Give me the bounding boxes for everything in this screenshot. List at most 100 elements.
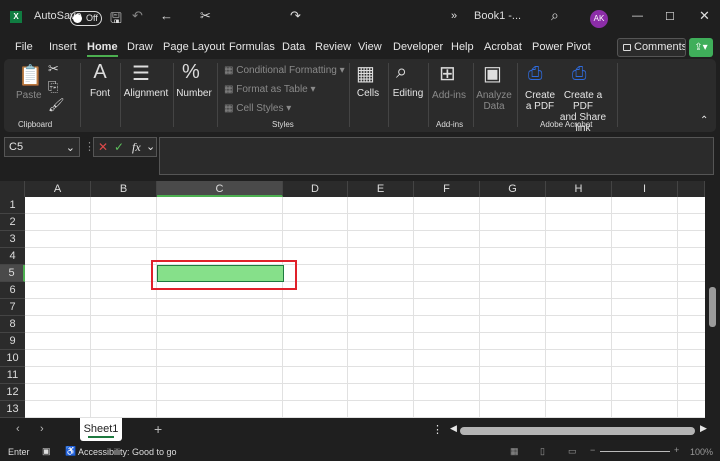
excel-logo-icon: X [10, 11, 22, 23]
format-painter-icon[interactable]: 🖌 [48, 97, 65, 113]
minimize-icon[interactable]: — [632, 10, 643, 22]
formula-buttons: ✕ ✓ fx ⌄ [93, 137, 157, 157]
tab-power-pivot[interactable]: Power Pivot [532, 41, 591, 53]
tab-draw[interactable]: Draw [127, 41, 153, 53]
column-header-i[interactable]: I [612, 181, 678, 197]
chevron-down-icon[interactable]: ⌄ [146, 140, 155, 153]
row-header-9[interactable]: 9 [0, 333, 25, 350]
cells-button[interactable]: Cells [354, 88, 382, 99]
accessibility-status[interactable]: Accessibility: Good to go [78, 447, 177, 457]
zoom-in-icon[interactable]: + [674, 445, 679, 455]
share-button[interactable]: ⇪▾ [689, 38, 713, 57]
collapse-ribbon-icon[interactable]: ⌃ [700, 115, 708, 126]
zoom-level[interactable]: 100% [690, 447, 713, 457]
cells-icon: ▦ [356, 63, 375, 85]
row-header-1[interactable]: 1 [0, 197, 25, 214]
editing-button[interactable]: Editing [390, 88, 426, 99]
row-header-6[interactable]: 6 [0, 282, 25, 299]
vertical-scrollbar[interactable] [705, 181, 720, 418]
cut-icon[interactable]: ✂ [48, 61, 59, 77]
spreadsheet-grid[interactable]: ABCDEFGHI 1 2 3 4 5 6 7 8 9 10 11 12 13 [0, 181, 705, 418]
scroll-thumb[interactable] [709, 287, 716, 327]
cut-icon[interactable]: ✂ [200, 8, 211, 24]
select-all-button[interactable] [0, 181, 25, 197]
cancel-icon[interactable]: ✕ [98, 140, 108, 154]
page-layout-view-icon[interactable]: ▯ [540, 446, 545, 457]
row-header-3[interactable]: 3 [0, 231, 25, 248]
column-header-h[interactable]: H [546, 181, 612, 197]
tab-insert[interactable]: Insert [49, 41, 77, 53]
search-icon[interactable]: ⌕ [551, 7, 559, 24]
row-header-11[interactable]: 11 [0, 367, 25, 384]
tab-developer[interactable]: Developer [393, 41, 443, 53]
font-button[interactable]: Font [88, 88, 112, 99]
cell-styles-button[interactable]: ▦ Cell Styles ▾ [224, 103, 291, 114]
row-header-12[interactable]: 12 [0, 384, 25, 401]
name-box[interactable]: C5 ⌄ [4, 137, 80, 157]
column-header-g[interactable]: G [480, 181, 546, 197]
analyze-data-button[interactable]: Analyze Data [476, 90, 512, 112]
sheet-tab-sheet1[interactable]: Sheet1 [80, 418, 122, 441]
format-as-table-button[interactable]: ▦ Format as Table ▾ [224, 84, 316, 95]
row-header-13[interactable]: 13 [0, 401, 25, 418]
maximize-icon[interactable]: ☐ [665, 10, 675, 23]
save-icon[interactable]: 🖫 [110, 8, 122, 32]
copy-icon[interactable]: ⎘ [48, 79, 58, 95]
tab-view[interactable]: View [358, 41, 382, 53]
tab-file[interactable]: File [15, 41, 33, 53]
tab-help[interactable]: Help [451, 41, 474, 53]
comments-button[interactable]: Comments [617, 38, 686, 57]
row-header-4[interactable]: 4 [0, 248, 25, 265]
column-header-a[interactable]: A [25, 181, 91, 197]
row-header-2[interactable]: 2 [0, 214, 25, 231]
row-header-5[interactable]: 5 [0, 265, 25, 282]
overflow-icon[interactable]: » [451, 10, 457, 22]
scroll-left-icon[interactable]: ◀ [450, 423, 457, 434]
tab-review[interactable]: Review [315, 41, 351, 53]
tab-home[interactable]: Home [87, 41, 118, 57]
add-ins-icon: ⊞ [439, 63, 456, 85]
row-header-7[interactable]: 7 [0, 299, 25, 316]
column-header-b[interactable]: B [91, 181, 157, 197]
zoom-out-icon[interactable]: − [590, 445, 595, 455]
name-box-value: C5 [9, 141, 24, 153]
conditional-formatting-button[interactable]: ▦ Conditional Formatting ▾ [224, 65, 345, 76]
next-sheet-icon[interactable]: › [40, 423, 44, 435]
alignment-button[interactable]: Alignment [122, 88, 170, 99]
accessibility-icon: ♿ [65, 446, 77, 456]
column-header-e[interactable]: E [348, 181, 414, 197]
close-icon[interactable]: ✕ [699, 8, 710, 24]
autosave-toggle[interactable]: Off [70, 11, 102, 26]
paste-button[interactable]: Paste [16, 90, 42, 101]
column-header-d[interactable]: D [283, 181, 348, 197]
tab-formulas[interactable]: Formulas [229, 41, 275, 53]
tab-data[interactable]: Data [282, 41, 305, 53]
row-header-10[interactable]: 10 [0, 350, 25, 367]
normal-view-icon[interactable]: ▦ [510, 446, 519, 457]
avatar[interactable]: AK [590, 10, 608, 28]
undo-icon[interactable]: ↶ [132, 8, 143, 24]
gridline [25, 315, 705, 316]
tab-acrobat[interactable]: Acrobat [484, 41, 522, 53]
number-button[interactable]: Number [175, 88, 213, 99]
column-header-c[interactable]: C [157, 181, 283, 197]
back-icon[interactable]: ← [160, 8, 173, 23]
column-header-partial[interactable] [678, 181, 705, 197]
more-icon[interactable]: ⋮ [432, 423, 443, 436]
macro-icon[interactable]: ▣ [42, 446, 51, 457]
tab-page-layout[interactable]: Page Layout [163, 41, 225, 53]
insert-function-icon[interactable]: fx [132, 140, 141, 155]
enter-icon[interactable]: ✓ [114, 140, 124, 154]
scroll-right-icon[interactable]: ▶ [700, 423, 707, 434]
column-header-f[interactable]: F [414, 181, 480, 197]
add-ins-button[interactable]: Add-ins [430, 90, 468, 101]
row-header-8[interactable]: 8 [0, 316, 25, 333]
page-break-view-icon[interactable]: ▭ [568, 446, 577, 457]
gridline [25, 298, 705, 299]
zoom-slider[interactable] [600, 451, 670, 452]
prev-sheet-icon[interactable]: ‹ [16, 423, 20, 435]
horizontal-scrollbar[interactable] [460, 427, 695, 435]
redo-icon[interactable]: ↷ [290, 8, 301, 24]
add-sheet-icon[interactable]: + [154, 421, 162, 437]
formula-input[interactable] [159, 137, 714, 175]
